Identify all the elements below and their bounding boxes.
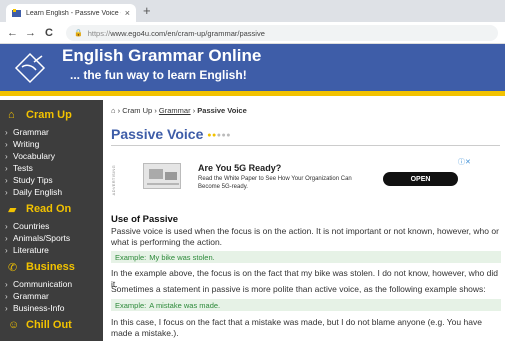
- tab-title: Learn English - Passive Voice - E: [26, 9, 121, 17]
- reload-button[interactable]: C: [45, 26, 53, 40]
- chevron-right-icon: ›: [5, 291, 8, 301]
- ad-choices-icon[interactable]: ⓘ✕: [458, 157, 471, 167]
- ad-open-button[interactable]: OPEN: [383, 172, 458, 186]
- breadcrumb-cram-up[interactable]: Cram Up: [122, 106, 152, 115]
- chevron-right-icon: ›: [5, 127, 8, 137]
- chevron-right-icon: ›: [5, 245, 8, 255]
- breadcrumb-current: Passive Voice: [197, 106, 247, 115]
- breadcrumb-grammar-link[interactable]: Grammar: [159, 106, 191, 115]
- site-logo-icon[interactable]: [12, 50, 48, 86]
- sidebar-item-business-grammar[interactable]: › Grammar: [0, 290, 103, 302]
- site-favicon-icon: [12, 8, 21, 18]
- chevron-right-icon: ›: [5, 163, 8, 173]
- breadcrumb: ⌂ › Cram Up › Grammar › Passive Voice: [111, 106, 247, 115]
- paragraph: In this case, I focus on the fact that a…: [111, 317, 482, 338]
- smile-icon: ☺: [8, 319, 20, 331]
- book-icon: ▰: [8, 203, 17, 216]
- back-button[interactable]: ←: [7, 26, 18, 40]
- title-divider: [111, 145, 500, 146]
- sidebar-item-study-tips[interactable]: › Study Tips: [0, 174, 103, 186]
- sidebar: ⌂ Cram Up › Grammar › Writing › Vocabulary …: [0, 100, 103, 341]
- section-heading: Use of Passive: [111, 214, 179, 225]
- sidebar-item-animals-sports[interactable]: › Animals/Sports: [0, 232, 103, 244]
- ad-text: Read the White Paper to See How Your Org…: [198, 176, 352, 190]
- advertisement[interactable]: ADVERTISING Are You 5G Ready? Read the W…: [111, 157, 502, 207]
- example-box: Example: A mistake was made.: [111, 299, 501, 311]
- forward-button[interactable]: →: [25, 26, 36, 40]
- page-title: Passive Voice ●●●●●: [111, 126, 231, 142]
- chevron-right-icon: ›: [5, 139, 8, 149]
- ad-image[interactable]: [143, 163, 181, 189]
- site-tagline: ... the fun way to learn English!: [70, 68, 247, 82]
- difficulty-rating: ●●●●●: [207, 131, 231, 139]
- sidebar-section-cram-up[interactable]: ⌂ Cram Up: [0, 104, 103, 126]
- sidebar-item-business-info[interactable]: › Business-Info: [0, 302, 103, 314]
- sidebar-section-business[interactable]: ✆ Business: [0, 256, 103, 278]
- sidebar-item-daily-english[interactable]: › Daily English: [0, 186, 103, 198]
- sidebar-item-countries[interactable]: › Countries: [0, 220, 103, 232]
- chevron-right-icon: ›: [5, 221, 8, 231]
- tab-close-icon[interactable]: ×: [125, 8, 130, 18]
- chevron-right-icon: ›: [5, 303, 8, 313]
- sidebar-item-tests[interactable]: › Tests: [0, 162, 103, 174]
- sidebar-item-writing[interactable]: › Writing: [0, 138, 103, 150]
- sidebar-item-literature[interactable]: › Literature: [0, 244, 103, 256]
- phone-icon: ✆: [8, 261, 18, 274]
- site-title[interactable]: English Grammar Online: [62, 46, 261, 66]
- lock-icon: 🔒: [74, 30, 83, 37]
- ad-label: ADVERTISING: [111, 165, 116, 196]
- chevron-right-icon: ›: [5, 175, 8, 185]
- browser-tab-bar: Learn English - Passive Voice - E × +: [0, 0, 505, 22]
- ad-headline[interactable]: Are You 5G Ready?: [198, 163, 281, 173]
- sidebar-item-communication[interactable]: › Communication: [0, 278, 103, 290]
- sidebar-item-grammar[interactable]: › Grammar: [0, 126, 103, 138]
- browser-tab[interactable]: Learn English - Passive Voice - E ×: [6, 4, 136, 22]
- sidebar-item-vocabulary[interactable]: › Vocabulary: [0, 150, 103, 162]
- sidebar-section-chill-out[interactable]: ☺ Chill Out: [0, 314, 103, 336]
- new-tab-button[interactable]: +: [143, 4, 151, 18]
- chevron-right-icon: ›: [5, 233, 8, 243]
- chevron-right-icon: ›: [5, 151, 8, 161]
- main-content: ⌂ › Cram Up › Grammar › Passive Voice Pa…: [103, 100, 505, 341]
- bank-icon: ⌂: [8, 109, 15, 121]
- example-box: Example: My bike was stolen.: [111, 251, 501, 263]
- sidebar-section-read-on[interactable]: ▰ Read On: [0, 198, 103, 220]
- url-field[interactable]: 🔒 https://www.ego4u.com/en/cram-up/gramm…: [66, 25, 498, 41]
- paragraph: Passive voice is used when the focus is …: [111, 226, 499, 247]
- paragraph: Sometimes a statement in passive is more…: [111, 284, 486, 294]
- chevron-right-icon: ›: [5, 279, 8, 289]
- address-bar-row: ← → C 🔒 https://www.ego4u.com/en/cram-up…: [0, 22, 505, 44]
- site-header: English Grammar Online ... the fun way t…: [0, 44, 505, 91]
- chevron-right-icon: ›: [5, 187, 8, 197]
- home-icon[interactable]: ⌂: [111, 106, 116, 115]
